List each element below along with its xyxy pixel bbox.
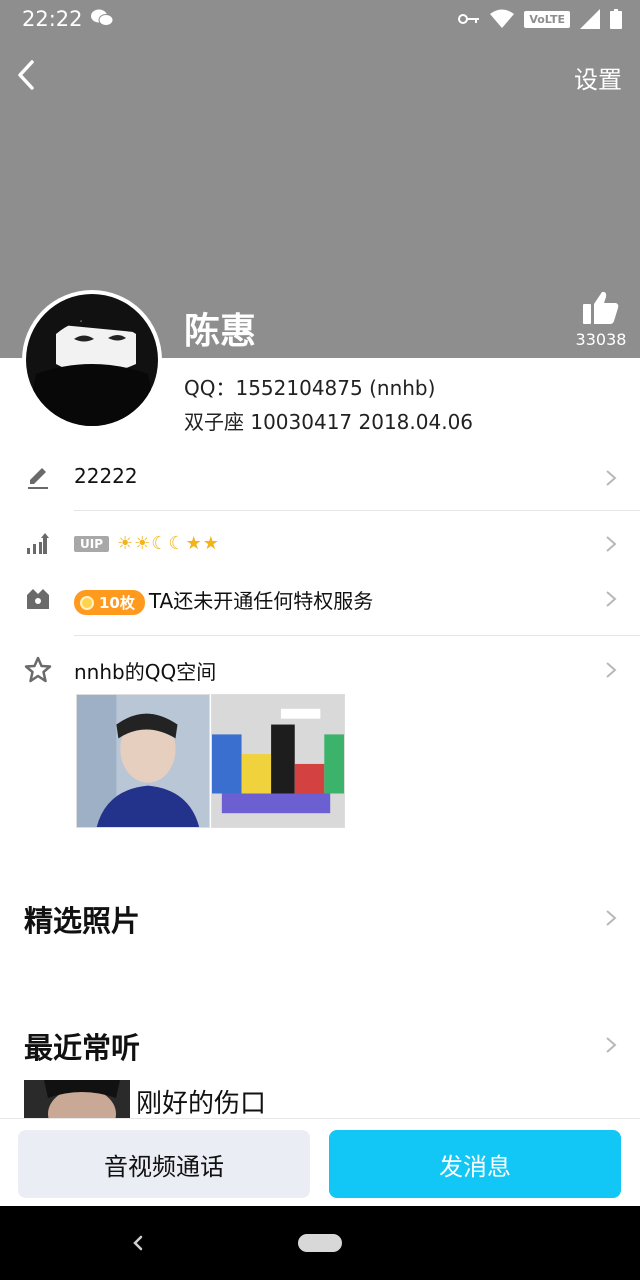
vip-level-row[interactable]: UIP ☀☀☾☾★★ [0,516,640,572]
wechat-icon [91,9,114,26]
qzone-photo-image [212,695,344,827]
star-icon [24,656,52,683]
vip-badge: UIP [74,535,110,552]
send-message-button[interactable]: 发消息 [329,1130,621,1198]
privilege-info: 10枚 TA还未开通任何特权服务 [74,585,373,615]
song-title[interactable]: 刚好的伤口 [136,1083,266,1120]
thumbs-up-icon [583,291,619,324]
avatar[interactable] [22,290,162,430]
status-bar: 22:22 VoLTE [0,0,640,40]
status-icons: VoLTE [458,8,622,30]
chevron-right-icon [606,662,617,678]
status-time: 22:22 [22,7,83,31]
qzone-photo-image [77,695,209,827]
divider [74,635,640,636]
chevron-right-icon [606,470,617,486]
qzone-title: nnhb的QQ空间 [74,660,217,684]
recent-music-title: 最近常听 [24,1031,141,1065]
battery-icon [610,9,622,29]
vip-level-icons: ☀☀☾☾★★ [117,533,220,554]
level-up-icon [27,533,49,554]
avatar-image [26,294,158,426]
qq-number: QQ：1552104875 (nnhb) [184,376,436,400]
qzone-photo[interactable] [76,694,210,828]
signature-text: 22222 [74,464,138,488]
coin-count: 10枚 [99,594,135,612]
privilege-row[interactable]: 10枚 TA还未开通任何特权服务 [0,571,640,627]
bottom-action-bar: 音视频通话 发消息 [0,1118,640,1206]
chevron-right-icon [606,1037,617,1053]
profile-name: 陈惠 [184,311,257,352]
signature-row[interactable]: 22222 [0,450,640,506]
song-cover[interactable] [24,1080,130,1120]
qzone-row[interactable]: nnhb的QQ空间 [0,642,640,698]
volte-badge: VoLTE [524,10,570,28]
qzone-photo[interactable] [211,694,345,828]
vpn-key-icon [458,14,480,24]
like-count: 33038 [575,330,627,349]
system-nav-bar [0,1206,640,1280]
privilege-text: TA还未开通任何特权服务 [148,589,374,613]
coin-badge: 10枚 [74,590,145,615]
coin-icon [80,596,94,610]
wifi-icon [490,9,515,28]
video-call-button[interactable]: 音视频通话 [18,1130,310,1198]
featured-photos-title: 精选照片 [24,904,141,938]
edit-pencil-icon [28,468,48,489]
vip-level: UIP ☀☀☾☾★★ [74,530,220,554]
settings-button[interactable]: 设置 [574,60,622,95]
chevron-right-icon [606,536,617,552]
nav-home-pill[interactable] [298,1234,342,1252]
back-arrow-icon[interactable] [12,56,46,94]
signal-icon [580,9,600,29]
crown-icon [27,589,49,609]
chevron-right-icon [606,591,617,607]
chevron-right-icon [606,910,617,926]
divider [74,510,640,511]
nav-back-icon[interactable] [130,1232,146,1254]
profile-details: 双子座 10030417 2018.04.06 [184,410,474,434]
like-button[interactable]: 33038 [574,290,628,349]
song-cover-image [24,1080,130,1120]
